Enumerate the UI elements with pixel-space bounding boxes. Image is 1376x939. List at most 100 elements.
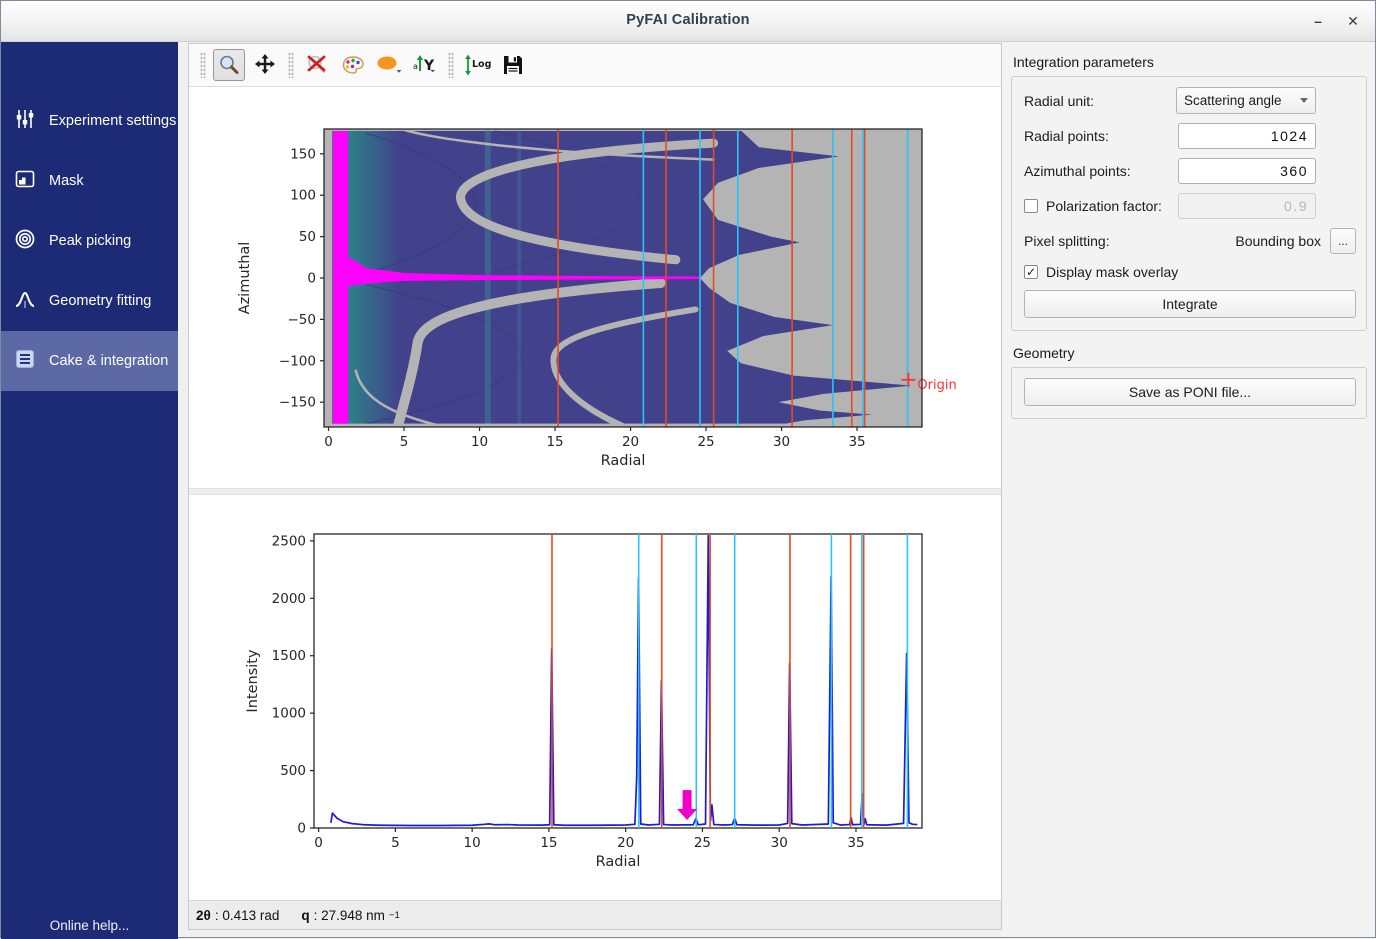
svg-text:35: 35 — [847, 835, 864, 851]
sidebar-item-peak-picking[interactable]: Peak picking — [1, 211, 178, 271]
radial-unit-value: Scattering angle 2θ — [1177, 93, 1283, 108]
svg-text:a: a — [413, 62, 418, 71]
status-bar: 2θ: 0.413 rad q: 27.948 nm−1 — [189, 900, 1001, 929]
svg-text:50: 50 — [299, 229, 316, 245]
svg-text:10: 10 — [471, 434, 488, 450]
chevron-down-icon — [1300, 98, 1308, 103]
sidebar-item-experiment-settings[interactable]: Experiment settings — [1, 91, 178, 151]
close-button[interactable]: ✕ — [1340, 9, 1366, 33]
plot-toolbar: a Y Log — [189, 44, 1001, 87]
minimize-button[interactable]: – — [1305, 9, 1331, 33]
plot-splitter[interactable] — [189, 488, 1001, 496]
sidebar-item-label: Peak picking — [49, 233, 131, 249]
log-scale-button[interactable]: Log — [461, 49, 493, 81]
intensity-plot-area: 0510152025303505001000150020002500Radial… — [189, 495, 1001, 900]
azimuthal-points-input[interactable] — [1178, 158, 1316, 184]
svg-text:0: 0 — [314, 835, 323, 851]
y-axis-icon: a Y — [410, 52, 440, 78]
pan-mode-button[interactable] — [249, 49, 281, 81]
ellipse-mask-icon — [375, 52, 403, 78]
colormap-button[interactable] — [337, 49, 369, 81]
status-q-value: : 27.948 nm — [314, 908, 385, 923]
svg-text:Radial: Radial — [601, 453, 646, 469]
svg-text:1000: 1000 — [272, 706, 306, 722]
svg-text:Intensity: Intensity — [245, 649, 261, 713]
cake-plot-area: Origin05101520253035−150−100−50050100150… — [189, 87, 1001, 488]
sidebar-nav: Experiment settings Mask Peak picking Geome… — [1, 42, 178, 391]
svg-text:5: 5 — [391, 835, 400, 851]
save-button[interactable] — [497, 49, 529, 81]
svg-text:10: 10 — [464, 835, 481, 851]
pan-arrows-icon — [253, 53, 277, 77]
status-tth-value: : 0.413 rad — [215, 908, 280, 923]
polarization-checkbox[interactable]: ✓ — [1024, 199, 1038, 213]
integration-parameters-group: Radial unit: Scattering angle 2θ Radial … — [1011, 76, 1367, 331]
integration-parameters-title: Integration parameters — [1013, 54, 1367, 70]
radial-points-label: Radial points: — [1024, 128, 1178, 144]
svg-text:25: 25 — [694, 835, 711, 851]
mask-tool-button[interactable] — [373, 49, 405, 81]
y-axis-orientation-button[interactable]: a Y — [409, 49, 441, 81]
sidebar-item-label: Mask — [49, 173, 84, 189]
svg-text:5: 5 — [400, 434, 409, 450]
toolbar-drag-handle[interactable] — [200, 52, 206, 78]
svg-text:Azimuthal: Azimuthal — [237, 241, 253, 314]
status-q-label: q — [301, 908, 309, 923]
palette-icon — [340, 53, 366, 77]
toolbar-separator — [448, 52, 454, 78]
sidebar-item-label: Geometry fitting — [49, 293, 151, 309]
svg-text:2500: 2500 — [272, 534, 306, 550]
reset-zoom-button[interactable] — [301, 49, 333, 81]
svg-text:−150: −150 — [279, 394, 316, 410]
svg-text:500: 500 — [280, 763, 306, 779]
svg-text:−100: −100 — [279, 353, 316, 369]
magnifier-icon — [217, 53, 241, 77]
sliders-icon — [14, 108, 36, 134]
svg-text:Radial: Radial — [596, 854, 641, 870]
toolbar-separator — [288, 52, 294, 78]
floppy-save-icon — [501, 53, 525, 77]
svg-text:100: 100 — [290, 187, 316, 203]
svg-text:Origin: Origin — [917, 377, 956, 392]
log-scale-icon: Log — [462, 52, 492, 78]
intensity-plot[interactable]: 0510152025303505001000150020002500Radial… — [189, 495, 1003, 895]
svg-text:0: 0 — [324, 434, 333, 450]
integration-panel: Integration parameters Radial unit: Scat… — [1002, 42, 1375, 937]
zoom-mode-button[interactable] — [213, 49, 245, 81]
svg-text:30: 30 — [773, 434, 790, 450]
window-title: PyFAI Calibration — [1, 12, 1375, 28]
svg-text:Log: Log — [472, 59, 491, 70]
pixel-splitting-value: Bounding box — [1235, 233, 1321, 249]
radial-unit-label: Radial unit: — [1024, 93, 1176, 109]
mask-icon — [14, 168, 36, 194]
svg-text:15: 15 — [540, 835, 557, 851]
mask-overlay-label: Display mask overlay — [1046, 264, 1178, 280]
svg-text:0: 0 — [297, 821, 306, 837]
pixel-splitting-more-button[interactable]: ... — [1330, 228, 1356, 254]
cake-list-icon — [14, 348, 36, 374]
save-poni-button[interactable]: Save as PONI file... — [1024, 378, 1356, 406]
svg-text:1500: 1500 — [272, 648, 306, 664]
sidebar-item-cake-integration[interactable]: Cake & integration — [1, 331, 178, 391]
sidebar-item-geometry-fitting[interactable]: Geometry fitting — [1, 271, 178, 331]
peak-curve-icon — [14, 288, 36, 314]
svg-text:30: 30 — [771, 835, 788, 851]
polarization-label: Polarization factor: — [1046, 198, 1178, 214]
status-q-exponent: −1 — [389, 910, 400, 921]
title-bar: PyFAI Calibration – ✕ — [1, 1, 1375, 42]
svg-text:−50: −50 — [288, 312, 317, 328]
radial-points-input[interactable] — [1178, 123, 1316, 149]
radial-unit-select[interactable]: Scattering angle 2θ — [1176, 87, 1316, 114]
pixel-splitting-label: Pixel splitting: — [1024, 233, 1235, 249]
crossed-magnifier-icon — [305, 53, 329, 77]
geometry-group: Save as PONI file... — [1011, 367, 1367, 419]
online-help-link[interactable]: Online help... — [1, 918, 178, 933]
svg-text:20: 20 — [617, 835, 634, 851]
sidebar-item-mask[interactable]: Mask — [1, 151, 178, 211]
mask-overlay-checkbox[interactable]: ✓ — [1024, 265, 1038, 279]
sidebar-item-label: Cake & integration — [49, 353, 168, 369]
svg-text:35: 35 — [848, 434, 865, 450]
integrate-button[interactable]: Integrate — [1024, 290, 1356, 318]
cake-plot[interactable]: Origin05101520253035−150−100−50050100150… — [189, 87, 1003, 488]
plot-panel: a Y Log — [188, 43, 1002, 930]
